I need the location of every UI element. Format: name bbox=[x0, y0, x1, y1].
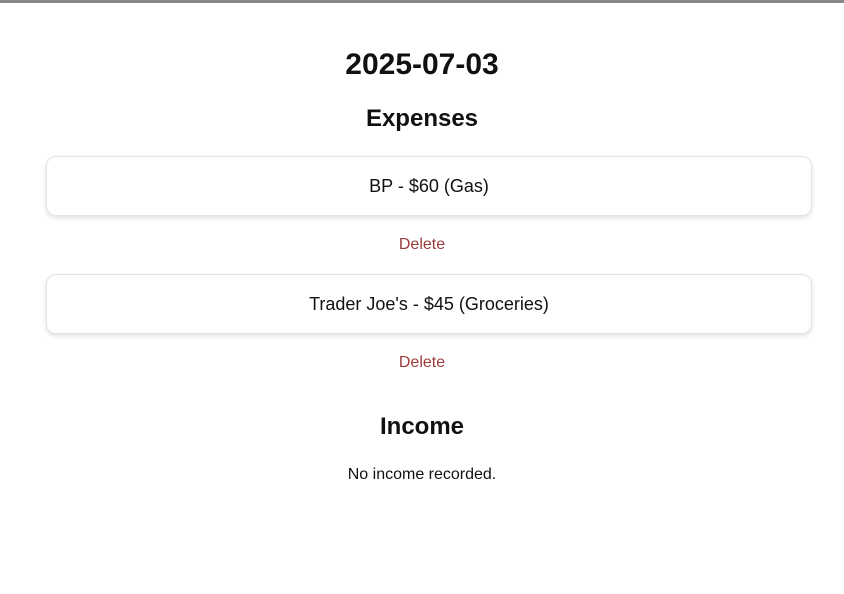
delete-expense-button[interactable]: Delete bbox=[382, 353, 462, 373]
expense-item-label: Trader Joe's - $45 (Groceries) bbox=[309, 293, 549, 314]
income-empty-message: No income recorded. bbox=[347, 466, 497, 483]
income-heading: Income bbox=[379, 413, 465, 440]
expense-item-label: BP - $60 (Gas) bbox=[369, 175, 489, 196]
expense-item: BP - $60 (Gas) bbox=[46, 156, 812, 216]
window-top-border bbox=[0, 0, 844, 3]
expense-item: Trader Joe's - $45 (Groceries) bbox=[46, 274, 812, 334]
delete-expense-button[interactable]: Delete bbox=[382, 235, 462, 255]
expenses-heading: Expenses bbox=[365, 105, 479, 132]
page-title-date: 2025-07-03 bbox=[345, 48, 499, 81]
